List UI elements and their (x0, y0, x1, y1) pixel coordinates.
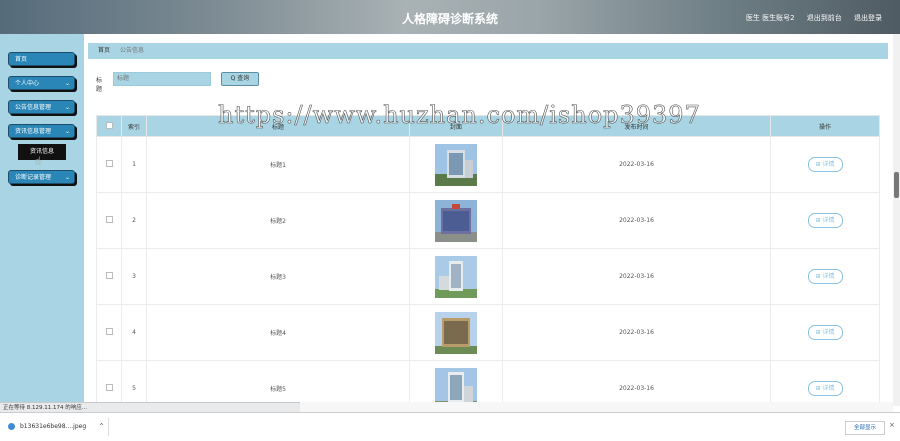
row-index: 1 (121, 136, 147, 193)
detail-button[interactable]: ⊞ 详情 (807, 381, 843, 396)
logout-link[interactable]: 退出登录 (854, 14, 882, 22)
sidebar-item-label: 公告信息管理 (15, 104, 52, 111)
checkbox[interactable] (105, 384, 113, 391)
sidebar-item-home[interactable]: 首页 (8, 52, 75, 66)
sidebar-item-notice[interactable]: 公告信息管理 ⌄ (8, 100, 75, 114)
chevron-down-icon: ⌄ (64, 80, 70, 87)
col-index: 索引 (121, 115, 147, 137)
row-title: 标题4 (146, 304, 410, 361)
sidebar-item-diagnosis[interactable]: 诊断记录管理 ⌄ (8, 170, 75, 184)
search-label: 标题 (96, 77, 103, 93)
row-title: 标题3 (146, 248, 410, 305)
header-actions: 医生 医生账号2 退出到前台 退出登录 (736, 13, 882, 23)
row-date: 2022-03-16 (502, 192, 771, 249)
status-bar-spacer (300, 402, 893, 412)
scrollbar-thumb[interactable] (894, 172, 899, 198)
building-image (435, 311, 477, 354)
checkbox[interactable] (105, 160, 113, 167)
breadcrumb-current: 公告信息 (119, 47, 144, 54)
row-index: 3 (121, 248, 147, 305)
row-date: 2022-03-16 (502, 136, 771, 193)
cover-thumbnail (409, 192, 503, 249)
hand-cursor-icon: ☝ (35, 156, 42, 167)
status-bar: 正在等待 8.129.11.174 的响应... (0, 402, 300, 412)
download-filename: b13631e6be98....jpeg (20, 423, 87, 430)
detail-button[interactable]: ⊞ 详情 (807, 213, 843, 228)
submenu-item-news-info[interactable]: 资讯信息 (18, 144, 66, 160)
sidebar-item-label: 诊断记录管理 (15, 174, 52, 181)
table-row: 3 标题3 2022-03-16 ⊞ 详情 (96, 248, 880, 305)
breadcrumb-home[interactable]: 首页 (98, 47, 110, 54)
download-item[interactable]: b13631e6be98....jpeg ^ (8, 420, 104, 434)
back-to-front-link[interactable]: 退出到前台 (807, 14, 842, 22)
cover-thumbnail (409, 136, 503, 193)
current-user: 医生 医生账号2 (745, 14, 795, 22)
sidebar-item-label: 资讯信息管理 (15, 128, 52, 135)
watermark-text: https://www.huzhan.com/ishop39397 (218, 101, 701, 130)
cover-thumbnail (409, 304, 503, 361)
building-image (435, 255, 477, 298)
sidebar: 首页 个人中心 ⌄ 公告信息管理 ⌄ 资讯信息管理 ⌄ 诊断记录管理 ⌄ (0, 34, 84, 406)
row-date: 2022-03-16 (502, 304, 771, 361)
row-date: 2022-03-16 (502, 248, 771, 305)
sidebar-item-news[interactable]: 资讯信息管理 ⌄ (8, 124, 75, 138)
divider (108, 418, 109, 436)
top-header: 人格障碍诊断系统 医生 医生账号2 退出到前台 退出登录 (0, 0, 900, 34)
chevron-down-icon: ⌄ (64, 104, 70, 111)
main-content: 首页 公告信息 标题 Q 查询 索引 标题 封面 发布时间 操作 1 标题1 (84, 34, 893, 417)
row-title: 标题2 (146, 192, 410, 249)
sidebar-item-label: 首页 (15, 56, 28, 63)
col-action: 操作 (770, 115, 880, 137)
sidebar-item-profile[interactable]: 个人中心 ⌄ (8, 76, 75, 90)
show-all-button[interactable]: 全部显示 (845, 421, 885, 435)
search-button[interactable]: Q 查询 (221, 72, 259, 86)
checkbox[interactable] (105, 216, 113, 223)
table-row: 4 标题4 2022-03-16 ⊞ 详情 (96, 304, 880, 361)
row-index: 4 (121, 304, 147, 361)
checkbox[interactable] (105, 121, 113, 129)
chevron-down-icon: ⌄ (64, 128, 70, 135)
checkbox[interactable] (105, 272, 113, 279)
breadcrumb: 首页 公告信息 (88, 43, 888, 59)
news-table: 索引 标题 封面 发布时间 操作 1 标题1 2022-03-16 ⊞ 详情 2… (96, 115, 880, 417)
table-row: 1 标题1 2022-03-16 ⊞ 详情 (96, 136, 880, 193)
detail-button[interactable]: ⊞ 详情 (807, 157, 843, 172)
building-image (435, 199, 477, 242)
row-title: 标题1 (146, 136, 410, 193)
detail-button[interactable]: ⊞ 详情 (807, 325, 843, 340)
file-icon (8, 423, 15, 430)
page-scrollbar[interactable] (893, 34, 900, 406)
close-icon[interactable]: × (889, 421, 895, 429)
detail-button[interactable]: ⊞ 详情 (807, 269, 843, 284)
select-all-checkbox-cell[interactable] (96, 115, 122, 137)
building-image (435, 143, 477, 186)
table-row: 2 标题2 2022-03-16 ⊞ 详情 (96, 192, 880, 249)
sidebar-item-label: 个人中心 (15, 80, 40, 87)
cover-thumbnail (409, 248, 503, 305)
chevron-down-icon: ⌄ (64, 174, 70, 181)
row-index: 2 (121, 192, 147, 249)
checkbox[interactable] (105, 328, 113, 335)
download-bar: b13631e6be98....jpeg ^ 全部显示 × (0, 412, 900, 441)
title-search-input[interactable] (113, 72, 211, 86)
chevron-up-icon[interactable]: ^ (99, 420, 104, 434)
